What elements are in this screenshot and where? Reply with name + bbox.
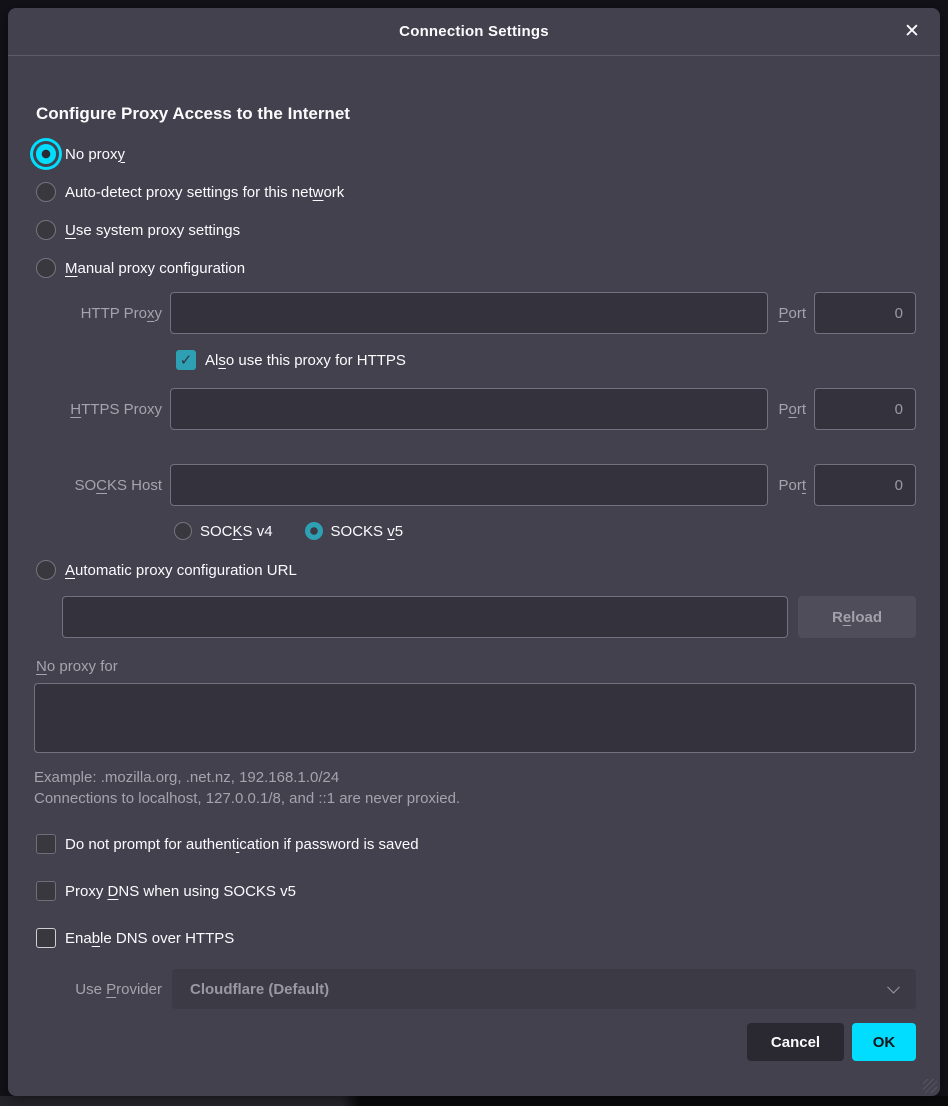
cancel-button[interactable]: Cancel (747, 1023, 844, 1061)
checkbox-proxy-dns-row[interactable]: Proxy DNS when using SOCKS v5 (36, 878, 916, 904)
http-proxy-input[interactable] (170, 292, 768, 334)
radio-auto-detect[interactable]: Auto-detect proxy settings for this netw… (36, 176, 916, 208)
http-proxy-label: HTTP Proxy (28, 305, 162, 322)
radio-auto-url[interactable]: Automatic proxy configuration URL (36, 554, 916, 586)
socks-v5-label: SOCKS v5 (331, 523, 404, 540)
checkbox-unchecked-icon[interactable] (36, 834, 56, 854)
radio-unselected-icon[interactable] (36, 258, 56, 278)
no-proxy-example-text: Example: .mozilla.org, .net.nz, 192.168.… (34, 769, 916, 786)
radio-unselected-icon[interactable] (36, 220, 56, 240)
resize-grip[interactable] (923, 1079, 937, 1093)
radio-auto-detect-label: Auto-detect proxy settings for this netw… (65, 184, 344, 201)
radio-socks-v5[interactable] (305, 522, 323, 540)
socks-port-label: Port (778, 477, 806, 494)
close-icon[interactable]: ✕ (898, 18, 926, 46)
radio-use-system[interactable]: Use system proxy settings (36, 214, 916, 246)
radio-use-system-label: Use system proxy settings (65, 222, 240, 239)
https-proxy-input[interactable] (170, 388, 768, 430)
socks-host-input[interactable] (170, 464, 768, 506)
socks-host-row: SOCKS Host Port (28, 464, 916, 506)
radio-selected-icon[interactable] (36, 144, 56, 164)
chevron-down-icon (887, 981, 900, 994)
radio-manual-proxy-label: Manual proxy configuration (65, 260, 245, 277)
also-https-row[interactable]: ✓ Also use this proxy for HTTPS (176, 347, 916, 373)
https-port-label: Port (778, 401, 806, 418)
no-prompt-label: Do not prompt for authentication if pass… (65, 836, 419, 853)
doh-provider-row: Use Provider Cloudflare (Default) (28, 969, 916, 1009)
proxy-dns-label: Proxy DNS when using SOCKS v5 (65, 883, 296, 900)
https-proxy-label: HTTPS Proxy (28, 401, 162, 418)
auto-config-url-input[interactable] (62, 596, 788, 638)
radio-no-proxy[interactable]: No proxy (36, 138, 916, 170)
https-proxy-row: HTTPS Proxy Port (28, 388, 916, 430)
no-proxy-for-textarea[interactable] (34, 683, 916, 753)
https-port-input[interactable] (814, 388, 916, 430)
radio-manual-proxy[interactable]: Manual proxy configuration (36, 252, 916, 284)
dialog-titlebar: Connection Settings ✕ (8, 8, 940, 56)
page-title: Configure Proxy Access to the Internet (36, 104, 916, 124)
ok-button[interactable]: OK (852, 1023, 916, 1061)
http-port-input[interactable] (814, 292, 916, 334)
checkbox-enable-doh-row[interactable]: Enable DNS over HTTPS (36, 925, 916, 951)
radio-no-proxy-label: No proxy (65, 146, 125, 163)
socks-port-input[interactable] (814, 464, 916, 506)
checkbox-no-prompt-row[interactable]: Do not prompt for authentication if pass… (36, 831, 916, 857)
connection-settings-dialog: Connection Settings ✕ Configure Proxy Ac… (8, 8, 940, 1096)
reload-button[interactable]: Reload (798, 596, 916, 638)
enable-doh-label: Enable DNS over HTTPS (65, 930, 234, 947)
radio-auto-url-label: Automatic proxy configuration URL (65, 562, 297, 579)
checkbox-unchecked-icon[interactable] (36, 881, 56, 901)
checkbox-checked-icon[interactable]: ✓ (176, 350, 196, 370)
socks-v4-label: SOCKS v4 (200, 523, 273, 540)
use-provider-label: Use Provider (28, 981, 162, 998)
also-https-label: Also use this proxy for HTTPS (205, 352, 406, 369)
socks-version-row: SOCKS v4 SOCKS v5 (174, 518, 916, 544)
no-proxy-for-label: No proxy for (36, 658, 916, 675)
radio-unselected-icon[interactable] (36, 182, 56, 202)
radio-socks-v4[interactable] (174, 522, 192, 540)
dialog-title: Connection Settings (399, 23, 549, 40)
checkbox-unchecked-icon[interactable] (36, 928, 56, 948)
provider-dropdown[interactable]: Cloudflare (Default) (172, 969, 916, 1009)
http-proxy-row: HTTP Proxy Port (28, 292, 916, 334)
http-port-label: Port (778, 305, 806, 322)
auto-config-url-row: Reload (62, 596, 916, 638)
localhost-note-text: Connections to localhost, 127.0.0.1/8, a… (34, 790, 916, 807)
radio-unselected-icon[interactable] (36, 560, 56, 580)
dialog-footer: Cancel OK (28, 1023, 916, 1061)
socks-host-label: SOCKS Host (28, 477, 162, 494)
page-background-strip (0, 1096, 948, 1106)
dialog-content: Configure Proxy Access to the Internet N… (8, 56, 940, 1096)
provider-dropdown-value: Cloudflare (Default) (190, 981, 329, 998)
